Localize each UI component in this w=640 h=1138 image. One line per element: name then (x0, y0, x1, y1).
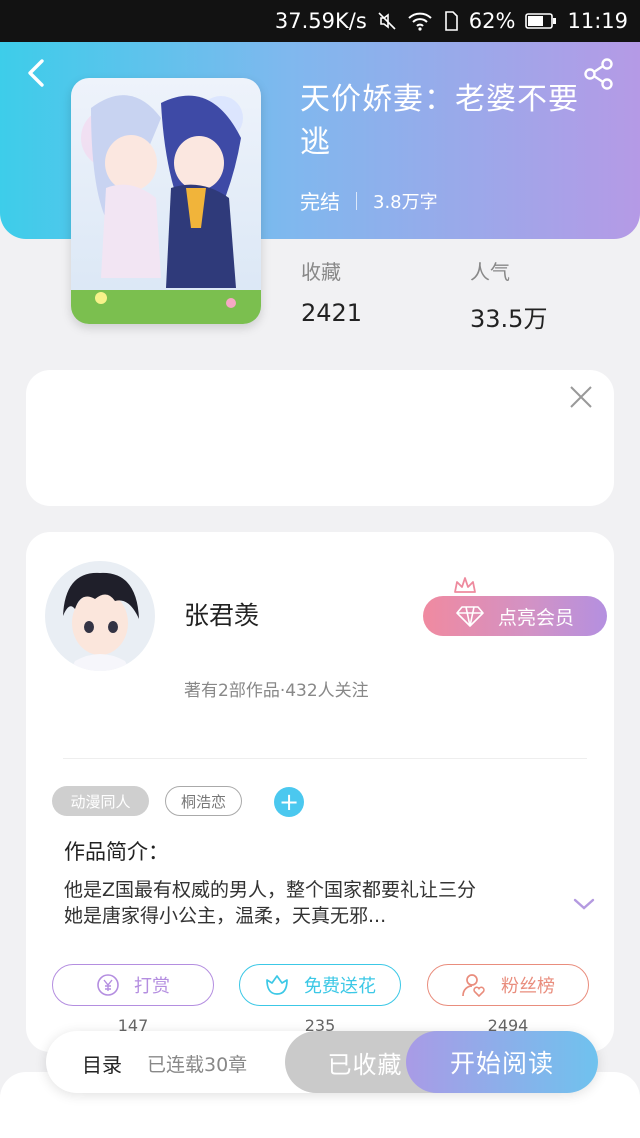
network-speed: 37.59K/s (274, 9, 367, 33)
flower-icon (266, 975, 288, 995)
start-reading-button[interactable]: 开始阅读 (406, 1031, 598, 1093)
expand-intro-button[interactable] (571, 894, 597, 914)
plus-icon: + (278, 788, 300, 816)
toc-button[interactable]: 目录 (82, 1049, 122, 1078)
close-icon (570, 386, 592, 408)
fan-ranking-button[interactable]: 粉丝榜 (427, 964, 589, 1006)
word-count: 3.8万字 (373, 191, 438, 213)
back-button[interactable] (22, 56, 52, 90)
popularity-value: 33.5万 (470, 305, 548, 333)
ad-close-button[interactable] (568, 384, 594, 410)
chevron-left-icon (28, 59, 44, 87)
cover-illustration (71, 78, 261, 324)
avatar-image (45, 561, 155, 671)
intro-line-2: 她是唐家得小公主，温柔，天真无邪... (64, 905, 387, 927)
meta-divider (356, 191, 357, 210)
free-flower-button[interactable]: 免费送花 (239, 964, 401, 1006)
intro-title: 作品简介： (64, 840, 169, 864)
yen-coin-icon (97, 974, 119, 996)
battery-icon (525, 12, 557, 30)
author-summary: 著有2部作品·432人关注 (184, 681, 369, 701)
vip-button[interactable]: 点亮会员 (423, 596, 607, 636)
share-icon (584, 58, 613, 90)
diamond-icon (456, 606, 484, 627)
crown-icon (452, 575, 478, 595)
tag-kirigaya[interactable]: 桐浩恋 (165, 786, 242, 816)
share-button[interactable] (581, 56, 617, 92)
popularity-label: 人气 (470, 260, 510, 284)
author-name[interactable]: 张君羡 (184, 596, 259, 632)
favorites-label: 收藏 (301, 260, 341, 284)
add-tag-button[interactable]: + (274, 787, 304, 817)
fans-label: 粉丝榜 (501, 976, 555, 997)
favorites-stat: 收藏 2421 (301, 256, 362, 327)
status-bar: 37.59K/s 62% 11:19 (0, 0, 640, 42)
favorites-value: 2421 (301, 299, 363, 327)
clock: 11:19 (567, 9, 628, 33)
intro-line-1: 他是Z国最有权威的男人，整个国家都要礼让三分 (64, 879, 477, 901)
book-meta: 完结 3.8万字 (300, 186, 438, 215)
intro-text: 他是Z国最有权威的男人，整个国家都要礼让三分 她是唐家得小公主，温柔，天真无邪.… (64, 877, 544, 929)
book-title: 天价娇妻：老婆不要逃 (300, 82, 579, 160)
completion-status: 完结 (300, 190, 340, 214)
sim-icon (443, 11, 459, 31)
tip-label: 打赏 (134, 976, 170, 997)
book-cover[interactable] (71, 78, 261, 324)
mute-icon (377, 11, 397, 31)
wifi-icon (407, 11, 433, 31)
fan-heart-icon (462, 974, 485, 998)
tag-anime-fanfic[interactable]: 动漫同人 (52, 786, 149, 816)
section-divider (63, 758, 587, 759)
serialized-chapters: 已连载30章 (147, 1054, 248, 1076)
battery-percent: 62% (468, 9, 516, 33)
vip-label: 点亮会员 (497, 606, 574, 629)
flower-label: 免费送花 (304, 976, 376, 997)
chevron-down-icon (573, 898, 595, 910)
popularity-stat: 人气 33.5万 (470, 256, 547, 334)
author-avatar[interactable] (45, 561, 155, 671)
ad-banner (26, 370, 614, 506)
tip-button[interactable]: 打赏 (52, 964, 214, 1006)
